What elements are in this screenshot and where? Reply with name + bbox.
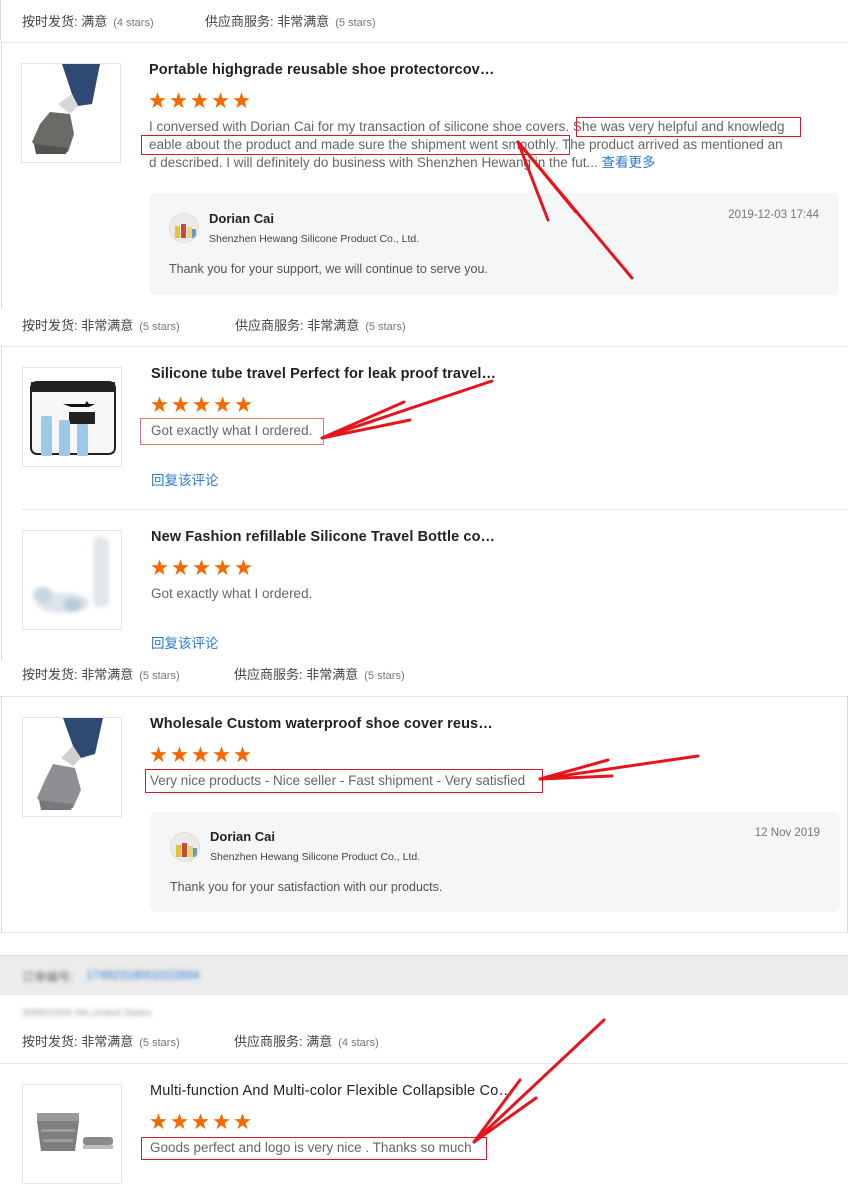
annotation-arrows: [320, 140, 700, 1144]
arrow-icon: [516, 140, 634, 280]
arrow-icon: [320, 379, 494, 440]
arrow-icon: [472, 1018, 606, 1144]
arrow-icon: [538, 754, 700, 781]
